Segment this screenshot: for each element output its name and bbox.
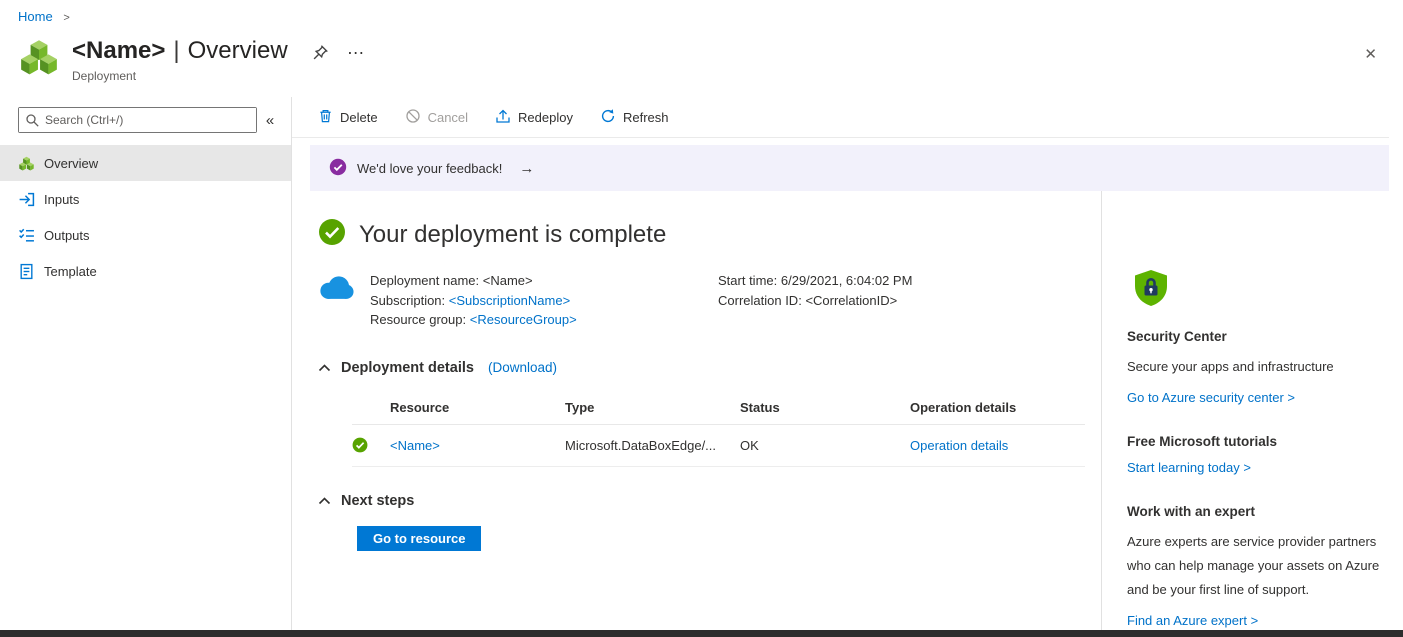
column-header-type: Type xyxy=(565,400,740,415)
refresh-icon xyxy=(600,108,616,127)
table-header-row: Resource Type Status Operation details xyxy=(352,392,1085,425)
subscription-link[interactable]: <SubscriptionName> xyxy=(449,293,570,308)
redeploy-label: Redeploy xyxy=(518,110,573,125)
sidebar-item-inputs[interactable]: Inputs xyxy=(0,181,291,217)
cloud-icon xyxy=(318,274,356,330)
feedback-icon xyxy=(329,158,347,179)
expert-link[interactable]: Find an Azure expert > xyxy=(1127,613,1258,628)
tutorials-link[interactable]: Start learning today > xyxy=(1127,460,1251,475)
operation-details-link[interactable]: Operation details xyxy=(910,438,1085,453)
right-panel: Security Center Secure your apps and inf… xyxy=(1101,191,1403,630)
row-success-check-icon xyxy=(352,437,390,453)
deployment-complete-title: Your deployment is complete xyxy=(359,221,666,249)
sidebar-search xyxy=(18,107,257,133)
sidebar-item-outputs[interactable]: Outputs xyxy=(0,217,291,253)
go-to-resource-button[interactable]: Go to resource xyxy=(357,526,481,551)
azure-deployment-overview-page: Home > xyxy=(0,0,1403,637)
page-title-section: Overview xyxy=(188,37,288,64)
resource-name-link[interactable]: <Name> xyxy=(390,438,565,453)
resource-type-cell: Microsoft.DataBoxEdge/... xyxy=(565,438,740,453)
sidebar-item-label: Outputs xyxy=(44,228,90,243)
correlation-id-label: Correlation ID: xyxy=(718,293,802,308)
security-center-description: Secure your apps and infrastructure xyxy=(1127,355,1391,379)
expert-description: Azure experts are service provider partn… xyxy=(1127,530,1391,602)
security-center-link[interactable]: Go to Azure security center > xyxy=(1127,390,1295,405)
feedback-banner[interactable]: We'd love your feedback! → xyxy=(310,145,1389,191)
delete-button[interactable]: Delete xyxy=(318,108,378,127)
breadcrumb-home-link[interactable]: Home xyxy=(18,9,53,24)
breadcrumb: Home > xyxy=(18,9,70,24)
page-title-name: <Name> xyxy=(72,37,165,64)
deployment-name-value: <Name> xyxy=(483,273,533,288)
close-icon[interactable]: ✕ xyxy=(1364,45,1377,63)
deployment-cubes-icon xyxy=(18,36,60,78)
inputs-icon xyxy=(18,191,35,208)
redeploy-upload-icon xyxy=(495,108,511,127)
more-options-icon[interactable]: … xyxy=(347,38,366,59)
deployment-details-table: Resource Type Status Operation details xyxy=(352,392,1085,467)
cancel-button[interactable]: Cancel xyxy=(405,108,468,127)
table-row: <Name> Microsoft.DataBoxEdge/... OK Oper… xyxy=(352,425,1085,467)
sidebar-item-label: Inputs xyxy=(44,192,79,207)
template-document-icon xyxy=(18,263,35,280)
sidebar-item-template[interactable]: Template xyxy=(0,253,291,289)
sidebar-item-label: Template xyxy=(44,264,97,279)
column-header-operation-details: Operation details xyxy=(910,400,1085,415)
sidebar-nav: Overview Inputs xyxy=(0,145,291,289)
resource-group-link[interactable]: <ResourceGroup> xyxy=(470,312,577,327)
deployment-info: Deployment name: <Name> Subscription: <S… xyxy=(318,271,1101,330)
bottom-bar xyxy=(0,630,1403,637)
feedback-message: We'd love your feedback! xyxy=(357,161,502,176)
success-check-icon xyxy=(318,218,346,251)
breadcrumb-chevron-icon: > xyxy=(63,12,69,24)
start-time-label: Start time: xyxy=(718,273,777,288)
column-header-status: Status xyxy=(740,400,910,415)
tutorials-title: Free Microsoft tutorials xyxy=(1127,434,1391,449)
refresh-label: Refresh xyxy=(623,110,669,125)
page-subtitle: Deployment xyxy=(72,69,288,83)
search-input[interactable] xyxy=(19,108,256,132)
cancel-slash-icon xyxy=(405,108,421,127)
arrow-right-icon: → xyxy=(519,160,534,177)
subscription-label: Subscription: xyxy=(370,293,445,308)
outputs-checklist-icon xyxy=(18,227,35,244)
command-bar: Delete Cancel Rede xyxy=(292,97,1389,138)
column-header-resource: Resource xyxy=(390,400,565,415)
page-title: <Name> | Overview xyxy=(72,36,288,66)
chevron-up-icon[interactable] xyxy=(318,496,331,505)
download-link[interactable]: (Download) xyxy=(488,360,557,375)
expert-title: Work with an expert xyxy=(1127,504,1391,519)
pin-icon[interactable] xyxy=(312,44,329,66)
redeploy-button[interactable]: Redeploy xyxy=(495,108,573,127)
correlation-id-value: <CorrelationID> xyxy=(805,293,897,308)
sidebar-item-label: Overview xyxy=(44,156,98,171)
page-title-separator: | xyxy=(173,37,179,64)
overview-cubes-icon xyxy=(18,155,35,172)
deployment-name-label: Deployment name: xyxy=(370,273,479,288)
left-sidebar: « xyxy=(0,97,292,630)
sidebar-collapse-button[interactable]: « xyxy=(257,112,283,129)
start-time-value: 6/29/2021, 6:04:02 PM xyxy=(781,273,913,288)
main-content: Your deployment is complete xyxy=(292,191,1101,630)
security-center-title: Security Center xyxy=(1127,329,1391,344)
trash-icon xyxy=(318,108,333,127)
deployment-details-title[interactable]: Deployment details xyxy=(341,360,474,376)
next-steps-title[interactable]: Next steps xyxy=(341,493,414,509)
page-header: Home > xyxy=(0,0,1403,97)
cancel-label: Cancel xyxy=(428,110,468,125)
sidebar-item-overview[interactable]: Overview xyxy=(0,145,291,181)
security-shield-lock-icon xyxy=(1134,269,1391,310)
delete-label: Delete xyxy=(340,110,378,125)
refresh-button[interactable]: Refresh xyxy=(600,108,669,127)
chevron-up-icon[interactable] xyxy=(318,363,331,372)
resource-group-label: Resource group: xyxy=(370,312,466,327)
resource-status-cell: OK xyxy=(740,438,910,453)
